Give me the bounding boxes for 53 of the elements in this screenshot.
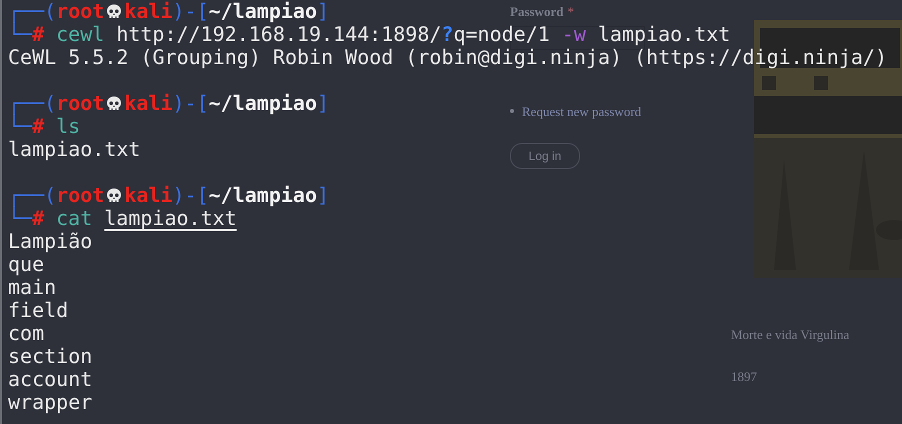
prompt-host: kali bbox=[124, 91, 173, 115]
prompt-frame: ] bbox=[317, 91, 330, 115]
command-name: cewl bbox=[56, 23, 104, 46]
command-argument: -w bbox=[562, 23, 586, 46]
prompt-user: root bbox=[56, 0, 104, 23]
skull-icon bbox=[105, 95, 124, 113]
output-line: lampiao.txt bbox=[8, 138, 140, 161]
login-button[interactable]: Log in bbox=[510, 143, 580, 169]
prompt-host: kali bbox=[124, 183, 173, 207]
output-line: CeWL 5.5.2 (Grouping) Robin Wood (robin@digi.ninja) (https://digi.ninja/) bbox=[8, 46, 887, 69]
skull-icon bbox=[105, 3, 124, 21]
prompt-frame: ┌──( bbox=[8, 91, 56, 115]
article-text: Morte e vida Virgulina bbox=[731, 326, 850, 344]
article-text: 1897 bbox=[731, 368, 758, 386]
prompt-frame: └─ bbox=[8, 115, 32, 138]
output-line: main bbox=[8, 276, 56, 299]
command-argument: ? bbox=[441, 23, 454, 46]
prompt-frame: )-[ bbox=[172, 183, 209, 207]
prompt-frame: ] bbox=[317, 183, 330, 207]
command-argument: lampiao.txt bbox=[598, 23, 730, 46]
command-name: cat bbox=[56, 207, 92, 230]
output-line: field bbox=[8, 299, 68, 322]
output-line: com bbox=[8, 322, 44, 345]
prompt-path: ~/lampiao bbox=[208, 183, 318, 207]
prompt-frame: └─ bbox=[8, 207, 32, 230]
account-link[interactable]: Request new password bbox=[522, 102, 642, 121]
command-name: ls bbox=[56, 115, 80, 138]
output-line: wrapper bbox=[8, 391, 92, 414]
prompt-frame: ] bbox=[317, 0, 330, 23]
prompt-symbol: # bbox=[32, 23, 44, 46]
command-argument: http://192.168.19.144:1898/ bbox=[116, 23, 442, 46]
prompt-frame: └─ bbox=[8, 23, 32, 46]
prompt-symbol: # bbox=[32, 207, 44, 230]
prompt-path: ~/lampiao bbox=[208, 91, 318, 115]
bullet-icon bbox=[510, 109, 514, 114]
output-line: que bbox=[8, 253, 44, 276]
prompt-host: kali bbox=[124, 0, 173, 23]
prompt-symbol: # bbox=[32, 115, 44, 138]
prompt-frame: ┌──( bbox=[8, 183, 56, 207]
prompt-user: root bbox=[56, 183, 104, 207]
skull-icon bbox=[105, 187, 124, 205]
prompt-path: ~/lampiao bbox=[208, 0, 318, 23]
command-argument: q=node/1 bbox=[453, 23, 550, 46]
command-argument: lampiao.txt bbox=[104, 207, 237, 230]
prompt-user: root bbox=[56, 91, 104, 115]
field-label: Password bbox=[510, 3, 564, 21]
output-line: section bbox=[8, 345, 92, 368]
prompt-frame: )-[ bbox=[172, 91, 209, 115]
output-line: account bbox=[8, 368, 92, 391]
output-line: Lampião bbox=[8, 230, 92, 253]
required-mark: * bbox=[567, 3, 574, 21]
prompt-frame: ┌──( bbox=[8, 0, 56, 23]
prompt-frame: )-[ bbox=[172, 0, 209, 23]
